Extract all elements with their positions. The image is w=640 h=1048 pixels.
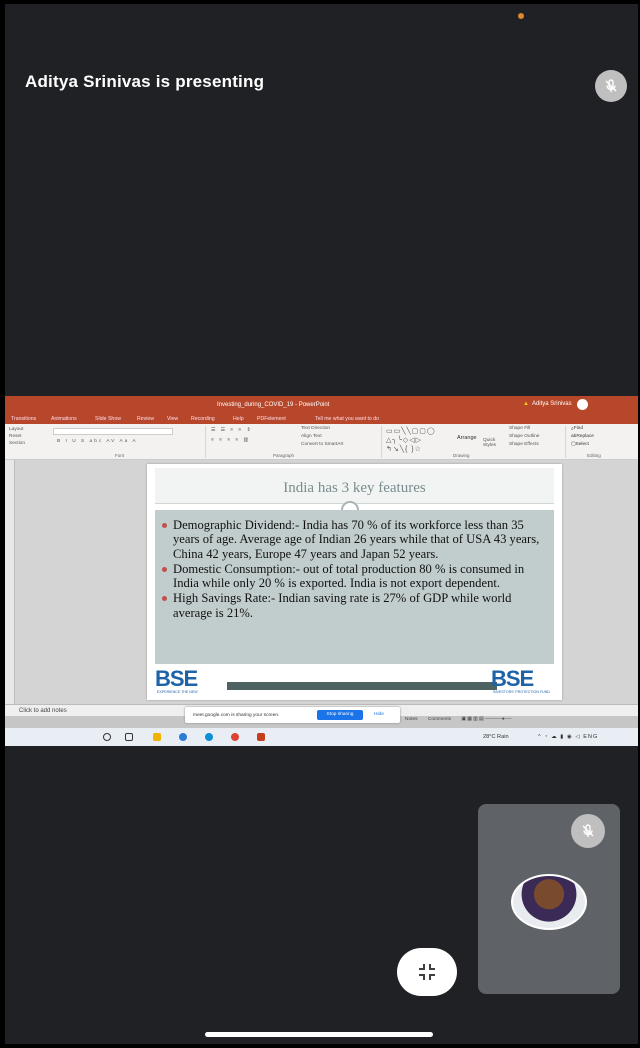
find-button: ⌕ Find — [571, 426, 584, 432]
footer-bar — [227, 682, 497, 690]
home-indicator[interactable] — [205, 1032, 433, 1037]
reset-button: Reset — [9, 434, 22, 439]
slide-footer: BSE EXPERIENCE THE NEW BSE INVESTORS' PR… — [155, 664, 554, 696]
windows-taskbar: 28°C Rain ^ ◔ ☁ ▮ ◉ ◁ ENG — [5, 728, 638, 746]
avatar — [511, 874, 587, 930]
window-title: Investing_during_COVID_19 - PowerPoint — [217, 402, 330, 408]
presenter-label: Aditya Srinivas is presenting — [25, 72, 265, 91]
file-explorer-icon — [153, 733, 161, 741]
notes-toggle: Notes — [405, 717, 418, 722]
comments-toggle: Comments — [427, 717, 452, 722]
bse-logo-right: BSE — [491, 666, 534, 691]
camera-indicator — [518, 13, 524, 19]
font-family-box — [53, 428, 173, 435]
powerpoint-titlebar: Investing_during_COVID_19 - PowerPoint ▲… — [5, 396, 638, 414]
tab-pdfelement: PDFelement — [257, 416, 286, 422]
slide-title: India has 3 key features — [155, 468, 554, 504]
user-avatar — [577, 399, 588, 410]
stop-sharing-button[interactable]: Stop sharing — [317, 710, 363, 720]
bse-logo-left-tagline: EXPERIENCE THE NEW — [157, 690, 198, 694]
find-label: Find — [573, 426, 584, 431]
arrange-button: Arrange — [457, 435, 477, 441]
tab-transitions: Transitions — [11, 416, 37, 422]
slide-workspace: India has 3 key features Demographic Div… — [5, 460, 638, 704]
user-name: Aditya Srinivas — [531, 401, 572, 407]
align-icons: ≡ ≡ ≡ ≡ ▥ — [211, 438, 251, 443]
edge-browser-icon — [205, 733, 213, 741]
select-button: ▢ Select — [571, 442, 589, 447]
shape-effects: Shape Effects — [509, 442, 539, 447]
group-editing: Editing — [587, 453, 601, 458]
tell-me-box: Tell me what you want to do — [315, 416, 380, 422]
task-view-icon — [125, 733, 133, 741]
slide-bullets: Demographic Dividend:- India has 70 % of… — [155, 510, 554, 664]
collapse-icon — [419, 964, 435, 980]
group-paragraph: Paragraph — [273, 453, 295, 458]
signed-in-user: ▲ Aditya Srinivas — [523, 401, 572, 407]
section-button: Section — [9, 441, 25, 446]
presenter-mic-off-icon — [595, 70, 627, 102]
share-notice: meet.google.com is sharing your screen. — [193, 713, 280, 718]
hide-button[interactable]: Hide — [371, 710, 387, 720]
tab-help: Help — [233, 416, 244, 422]
thumbnail-pane — [5, 460, 15, 704]
notes-placeholder: Click to add notes — [19, 708, 67, 714]
collapse-button[interactable] — [397, 948, 457, 996]
edge-icon — [179, 733, 187, 741]
screen-share-bar: meet.google.com is sharing your screen. … — [185, 707, 400, 723]
bullet-demographic: Demographic Dividend:- India has 70 % of… — [162, 518, 544, 561]
shapes-gallery-icon: ▭▭╲╲▢▢◯ — [386, 428, 436, 435]
group-drawing: Drawing — [453, 453, 470, 458]
ribbon-tabs: Transitions Animations Slide Show Review… — [5, 414, 638, 424]
search-icon — [103, 733, 111, 741]
shape-outline: Shape Outline — [509, 434, 540, 439]
language-indicator: ENG — [583, 734, 599, 740]
text-direction: Text Direction — [301, 426, 331, 431]
tab-recording: Recording — [191, 416, 215, 422]
warning-icon: ▲ — [523, 401, 529, 407]
select-label: Select — [575, 442, 589, 447]
meet-call-screen: Aditya Srinivas is presenting Investing_… — [5, 4, 638, 1044]
ribbon-divider — [205, 426, 206, 458]
shape-fill: Shape Fill — [509, 426, 531, 431]
bullet-consumption: Domestic Consumption:- out of total prod… — [162, 562, 544, 591]
tab-review: Review — [137, 416, 155, 422]
replace-button: ab Replace — [571, 434, 594, 439]
tab-view: View — [167, 416, 179, 422]
weather-widget: 28°C Rain — [483, 734, 509, 740]
ribbon-divider — [565, 426, 566, 458]
powerpoint-icon — [257, 733, 265, 741]
ribbon-divider — [381, 426, 382, 458]
self-mic-off-icon — [571, 814, 605, 848]
current-slide: India has 3 key features Demographic Div… — [147, 464, 562, 700]
layout-button: Layout — [9, 427, 24, 432]
replace-label: Replace — [576, 434, 594, 439]
view-icons: ▣ ▦ ▥ ▤ ─────●── — [461, 717, 512, 722]
convert-smartart: Convert to SmartArt — [301, 442, 344, 447]
shapes-gallery-icon: △╮╰◇◁▷ — [386, 437, 422, 444]
shapes-gallery-icon: ↰↘╲{ }☆ — [386, 446, 422, 453]
self-view-tile[interactable] — [478, 804, 620, 994]
system-tray: ^ ◔ ☁ ▮ ◉ ◁ ENG — [538, 734, 599, 740]
bullet-savings: High Savings Rate:- Indian saving rate i… — [162, 591, 544, 620]
ribbon: Layout Reset Section B I U S abc AV Aa A… — [5, 424, 638, 460]
font-format-icons: B I U S abc AV Aa A — [57, 439, 138, 444]
shared-screen[interactable]: Investing_during_COVID_19 - PowerPoint ▲… — [5, 396, 638, 746]
align-text: Align Text — [301, 434, 322, 439]
chrome-icon — [231, 733, 239, 741]
tab-animations: Animations — [51, 416, 77, 422]
bse-logo-left: BSE — [155, 666, 198, 691]
quick-styles-button: Quick Styles — [483, 438, 497, 448]
tab-slide-show: Slide Show — [95, 416, 121, 422]
bse-logo-right-tagline: INVESTORS' PROTECTION FUND — [493, 690, 550, 694]
group-font: Font — [115, 453, 125, 458]
status-bar: Notes Comments ▣ ▦ ▥ ▤ ─────●── — [405, 717, 521, 722]
list-icons: ☰ ☰ ≡ ≡ ⇕ — [211, 428, 253, 433]
